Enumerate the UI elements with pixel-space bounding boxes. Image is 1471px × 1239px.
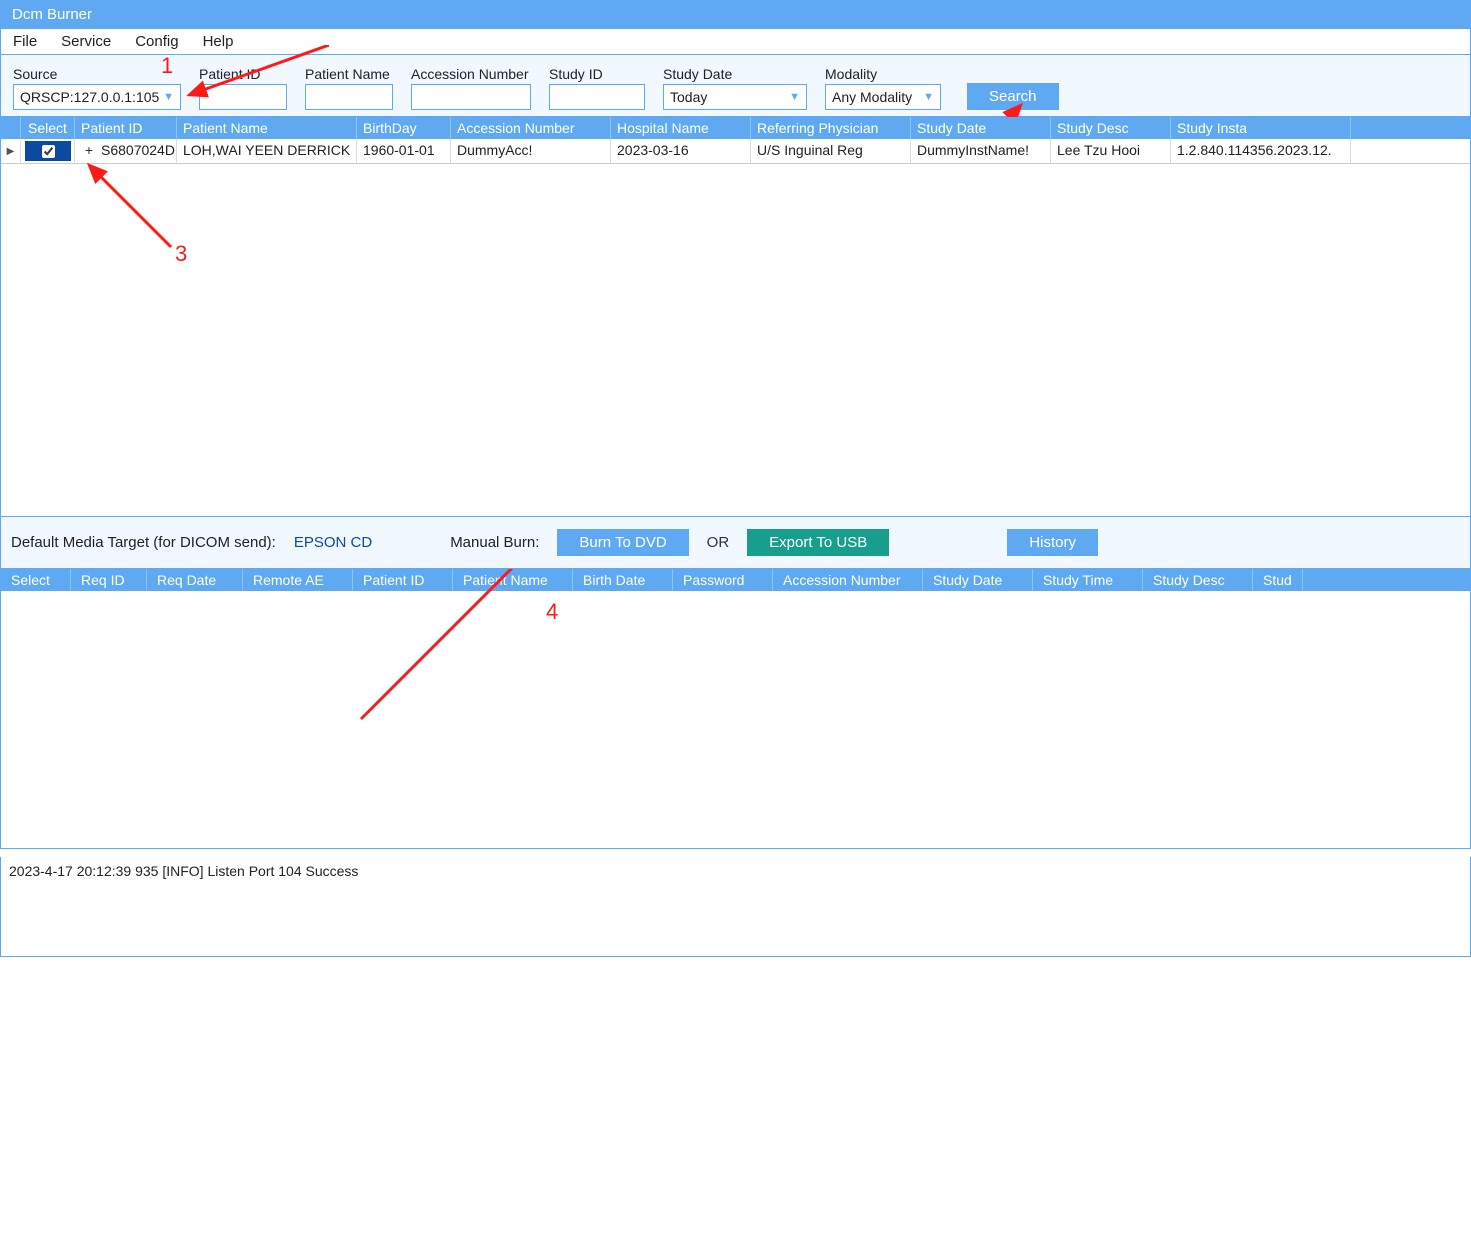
modality-dropdown[interactable]: Any Modality ▼ — [825, 84, 941, 110]
col-select[interactable]: Select — [21, 117, 75, 139]
source-value: QRSCP:127.0.0.1:105 — [20, 89, 159, 105]
expand-icon[interactable]: + — [81, 142, 97, 158]
queue-grid: Select Req ID Req Date Remote AE Patient… — [0, 569, 1471, 849]
cell-referring: U/S Inguinal Reg — [751, 139, 911, 163]
burn-panel: Default Media Target (for DICOM send): E… — [0, 517, 1471, 569]
cell-hospital: 2023-03-16 — [611, 139, 751, 163]
log-panel: 2023-4-17 20:12:39 935 [INFO] Listen Por… — [0, 857, 1471, 957]
study-id-input[interactable] — [549, 84, 645, 110]
col2-pname[interactable]: Patient Name — [453, 569, 573, 591]
col2-reqdate[interactable]: Req Date — [147, 569, 243, 591]
arrow-icon — [81, 157, 181, 257]
col-accession[interactable]: Accession Number — [451, 117, 611, 139]
accession-label: Accession Number — [411, 66, 531, 82]
media-target-label: Default Media Target (for DICOM send): — [11, 534, 276, 551]
cell-birthday: 1960-01-01 — [357, 139, 451, 163]
burn-dvd-button[interactable]: Burn To DVD — [557, 529, 688, 556]
export-usb-button[interactable]: Export To USB — [747, 529, 889, 556]
col-study-uid[interactable]: Study Insta — [1171, 117, 1351, 139]
arrow-icon — [351, 569, 551, 729]
queue-grid-header: Select Req ID Req Date Remote AE Patient… — [1, 569, 1470, 591]
menubar: File Service Config Help — [0, 29, 1471, 55]
study-date-value: Today — [670, 89, 707, 105]
col2-sdesc[interactable]: Study Desc — [1143, 569, 1253, 591]
modality-value: Any Modality — [832, 89, 912, 105]
menu-config[interactable]: Config — [135, 33, 178, 50]
col-referring[interactable]: Referring Physician — [751, 117, 911, 139]
cell-accession: DummyAcc! — [451, 139, 611, 163]
search-button[interactable]: Search — [967, 83, 1059, 110]
chevron-down-icon: ▼ — [163, 91, 174, 103]
menu-file[interactable]: File — [13, 33, 37, 50]
table-row[interactable]: ▶ +S6807024D LOH,WAI YEEN DERRICK 1960-0… — [1, 139, 1470, 164]
window-title: Dcm Burner — [12, 6, 92, 23]
accession-input[interactable] — [411, 84, 531, 110]
col2-pid[interactable]: Patient ID — [353, 569, 453, 591]
patient-id-input[interactable] — [199, 84, 287, 110]
modality-label: Modality — [825, 66, 941, 82]
row-select-checkbox[interactable] — [42, 145, 55, 158]
col-hospital[interactable]: Hospital Name — [611, 117, 751, 139]
or-label: OR — [707, 534, 730, 551]
source-dropdown[interactable]: QRSCP:127.0.0.1:105 ▼ — [13, 84, 181, 110]
search-panel: Source QRSCP:127.0.0.1:105 ▼ Patient ID … — [0, 55, 1471, 117]
col-patient-name[interactable]: Patient Name — [177, 117, 357, 139]
results-grid: Select Patient ID Patient Name BirthDay … — [0, 117, 1471, 517]
col2-select[interactable]: Select — [1, 569, 71, 591]
results-grid-header: Select Patient ID Patient Name BirthDay … — [1, 117, 1470, 139]
col-patient-id[interactable]: Patient ID — [75, 117, 177, 139]
cell-patient-id: S6807024D — [101, 142, 175, 158]
patient-name-input[interactable] — [305, 84, 393, 110]
cell-patient-name: LOH,WAI YEEN DERRICK — [177, 139, 357, 163]
col-birthday[interactable]: BirthDay — [357, 117, 451, 139]
menu-help[interactable]: Help — [203, 33, 234, 50]
log-line: 2023-4-17 20:12:39 935 [INFO] Listen Por… — [9, 863, 1462, 879]
window-titlebar: Dcm Burner — [0, 0, 1471, 29]
annotation-3: 3 — [175, 241, 187, 267]
col2-suid[interactable]: Stud — [1253, 569, 1303, 591]
col2-stime[interactable]: Study Time — [1033, 569, 1143, 591]
col2-reqid[interactable]: Req ID — [71, 569, 147, 591]
col-study-date[interactable]: Study Date — [911, 117, 1051, 139]
col2-pwd[interactable]: Password — [673, 569, 773, 591]
row-indicator-icon: ▶ — [1, 139, 21, 163]
patient-name-label: Patient Name — [305, 66, 393, 82]
manual-burn-label: Manual Burn: — [450, 534, 539, 551]
source-label: Source — [13, 66, 181, 82]
cell-study-uid: 1.2.840.114356.2023.12. — [1171, 139, 1351, 163]
patient-id-label: Patient ID — [199, 66, 287, 82]
study-date-label: Study Date — [663, 66, 807, 82]
col-study-desc[interactable]: Study Desc — [1051, 117, 1171, 139]
col2-sdate[interactable]: Study Date — [923, 569, 1033, 591]
study-date-dropdown[interactable]: Today ▼ — [663, 84, 807, 110]
cell-study-date: DummyInstName! — [911, 139, 1051, 163]
cell-study-desc: Lee Tzu Hooi — [1051, 139, 1171, 163]
menu-service[interactable]: Service — [61, 33, 111, 50]
col2-bdate[interactable]: Birth Date — [573, 569, 673, 591]
media-target-value[interactable]: EPSON CD — [294, 534, 372, 551]
col2-acc[interactable]: Accession Number — [773, 569, 923, 591]
history-button[interactable]: History — [1007, 529, 1098, 556]
study-id-label: Study ID — [549, 66, 645, 82]
col2-remoteae[interactable]: Remote AE — [243, 569, 353, 591]
chevron-down-icon: ▼ — [789, 91, 800, 103]
annotation-4: 4 — [546, 599, 558, 625]
chevron-down-icon: ▼ — [923, 91, 934, 103]
